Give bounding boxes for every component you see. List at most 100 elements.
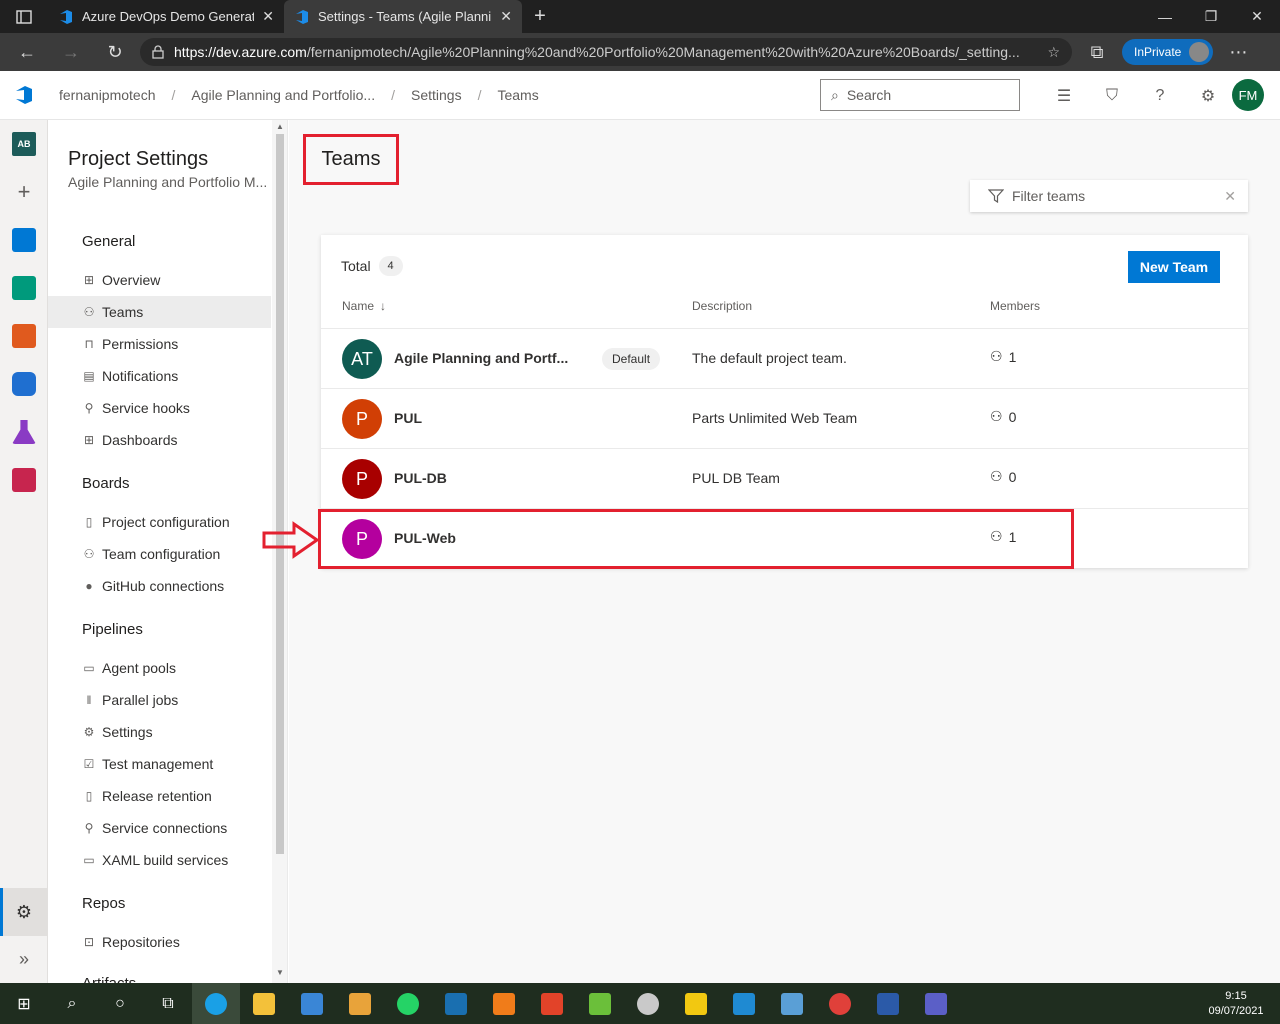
- favorite-icon[interactable]: ☆: [1047, 44, 1060, 61]
- sidebar-item-team-configuration[interactable]: ⚇ Team configuration: [48, 538, 271, 570]
- tab-actions-icon[interactable]: [0, 0, 48, 33]
- scroll-up-icon[interactable]: ▲: [276, 122, 284, 131]
- team-row[interactable]: AT Agile Planning and Portf... Default T…: [321, 328, 1248, 388]
- project-settings-gear-icon[interactable]: ⚙: [0, 888, 48, 936]
- url-field[interactable]: https://dev.azure.com/fernanipmotech/Agi…: [140, 38, 1072, 66]
- boards-check-icon[interactable]: [0, 264, 48, 312]
- add-icon[interactable]: +: [0, 168, 48, 216]
- breadcrumb-organization[interactable]: fernanipmotech: [59, 87, 156, 103]
- store-icon[interactable]: [288, 983, 336, 1024]
- browser-tab-settings-teams[interactable]: Settings - Teams (Agile Planning ✕: [284, 0, 522, 33]
- sidebar-item-xaml-build-services[interactable]: ▭ XAML build services: [48, 844, 271, 876]
- team-row[interactable]: P PUL Parts Unlimited Web Team ⚇ 0: [321, 388, 1248, 448]
- maximize-icon[interactable]: ❐: [1188, 0, 1234, 33]
- sidebar-item-label: Permissions: [102, 336, 179, 352]
- new-team-button[interactable]: New Team: [1128, 251, 1220, 283]
- media-player-icon[interactable]: [336, 983, 384, 1024]
- breadcrumb-settings[interactable]: Settings: [411, 87, 462, 103]
- close-tab-icon[interactable]: ✕: [262, 8, 274, 25]
- sidebar-item-service-hooks[interactable]: ⚲ Service hooks: [48, 392, 271, 424]
- user-avatar[interactable]: FM: [1232, 79, 1264, 111]
- edge-browser-icon[interactable]: [192, 983, 240, 1024]
- close-tab-icon[interactable]: ✕: [500, 8, 512, 25]
- git-icon[interactable]: [528, 983, 576, 1024]
- project-overview-icon[interactable]: AB: [0, 120, 48, 168]
- sidebar-item-github-connections[interactable]: ● GitHub connections: [48, 570, 271, 602]
- power-bi-icon[interactable]: [672, 983, 720, 1024]
- sidebar-item-repositories[interactable]: ⊡ Repositories: [48, 926, 271, 958]
- work-items-list-icon[interactable]: ☰: [1040, 86, 1088, 106]
- whatsapp-icon[interactable]: [384, 983, 432, 1024]
- more-options-icon[interactable]: ⋯: [1219, 37, 1257, 67]
- sidebar-item-parallel-jobs[interactable]: ‖ Parallel jobs: [48, 684, 271, 716]
- column-header-members[interactable]: Members: [990, 299, 1040, 313]
- section-general: General: [82, 233, 136, 250]
- sidebar-item-overview[interactable]: ⊞ Overview: [48, 264, 271, 296]
- file-explorer-icon[interactable]: [240, 983, 288, 1024]
- cortana-icon[interactable]: ○: [96, 983, 144, 1024]
- marketplace-bag-icon[interactable]: ⛉: [1088, 87, 1136, 105]
- artifacts-icon[interactable]: [0, 456, 48, 504]
- collections-icon[interactable]: ⧉: [1078, 37, 1116, 67]
- inprivate-button[interactable]: InPrivate: [1122, 39, 1214, 65]
- page-title: Teams: [321, 148, 381, 170]
- team-name[interactable]: PUL-Web: [394, 530, 456, 546]
- sidebar-item-project-configuration[interactable]: ▯ Project configuration: [48, 506, 271, 538]
- pipelines-icon[interactable]: [0, 360, 48, 408]
- azure-devops-header: fernanipmotech / Agile Planning and Port…: [0, 71, 1280, 120]
- boards-icon[interactable]: [0, 216, 48, 264]
- team-name[interactable]: PUL: [394, 410, 422, 426]
- sidebar-item-permissions[interactable]: ⊓ Permissions: [48, 328, 271, 360]
- tab-title: Settings - Teams (Agile Planning: [318, 9, 493, 24]
- windows-start-icon[interactable]: ⊞: [0, 983, 48, 1024]
- close-window-icon[interactable]: ✕: [1234, 0, 1280, 33]
- expand-rail-icon[interactable]: »: [0, 936, 48, 982]
- breadcrumb-teams[interactable]: Teams: [497, 87, 538, 103]
- task-view-icon[interactable]: ⧉: [144, 983, 192, 1024]
- paint-icon[interactable]: [624, 983, 672, 1024]
- app-orange-icon[interactable]: [480, 983, 528, 1024]
- new-tab-icon[interactable]: +: [522, 0, 558, 33]
- snipping-tool-icon[interactable]: [576, 983, 624, 1024]
- filter-teams-input[interactable]: Filter teams ✕: [970, 180, 1248, 212]
- sidebar-item-notifications[interactable]: ▤ Notifications: [48, 360, 271, 392]
- forward-icon[interactable]: →: [52, 37, 90, 67]
- vmware-icon[interactable]: [432, 983, 480, 1024]
- search-input[interactable]: ⌕ Search: [820, 79, 1020, 111]
- sidebar-item-service-connections[interactable]: ⚲ Service connections: [48, 812, 271, 844]
- sidebar-item-test-management[interactable]: ☑ Test management: [48, 748, 271, 780]
- teams-app-icon[interactable]: [912, 983, 960, 1024]
- azure-devops-logo-icon[interactable]: [0, 85, 48, 105]
- scroll-down-icon[interactable]: ▼: [276, 968, 284, 977]
- photos-icon[interactable]: [768, 983, 816, 1024]
- sidebar-item-dashboards[interactable]: ⊞ Dashboards: [48, 424, 271, 456]
- refresh-icon[interactable]: ↻: [96, 37, 134, 67]
- team-row[interactable]: P PUL-DB PUL DB Team ⚇ 0: [321, 448, 1248, 508]
- test-plans-icon[interactable]: [0, 408, 48, 456]
- taskbar-clock[interactable]: 9:15 09/07/2021: [1200, 989, 1280, 1019]
- vscode-icon[interactable]: [720, 983, 768, 1024]
- team-name[interactable]: PUL-DB: [394, 470, 447, 486]
- breadcrumb-project[interactable]: Agile Planning and Portfolio...: [191, 87, 375, 103]
- column-header-name[interactable]: Name ↓: [342, 299, 386, 313]
- scrollbar-thumb[interactable]: [276, 134, 284, 854]
- sidebar-item-pipeline-settings[interactable]: ⚙ Settings: [48, 716, 271, 748]
- clear-filter-icon[interactable]: ✕: [1224, 188, 1236, 205]
- sidebar-item-teams[interactable]: ⚇ Teams: [48, 296, 271, 328]
- back-icon[interactable]: ←: [8, 37, 46, 67]
- column-header-description[interactable]: Description: [692, 299, 752, 313]
- default-badge: Default: [602, 348, 661, 370]
- team-name[interactable]: Agile Planning and Portf...: [394, 350, 568, 366]
- team-row[interactable]: P PUL-Web ⚇ 1: [321, 508, 1248, 568]
- sidebar-item-agent-pools[interactable]: ▭ Agent pools: [48, 652, 271, 684]
- minimize-icon[interactable]: —: [1142, 0, 1188, 33]
- repos-icon[interactable]: [0, 312, 48, 360]
- user-settings-icon[interactable]: ⚙: [1184, 86, 1232, 106]
- word-icon[interactable]: [864, 983, 912, 1024]
- taskbar-search-icon[interactable]: ⌕: [48, 983, 96, 1024]
- chrome-icon[interactable]: [816, 983, 864, 1024]
- sidebar-item-release-retention[interactable]: ▯ Release retention: [48, 780, 271, 812]
- browser-tab-demo-generator[interactable]: Azure DevOps Demo Generator ✕: [48, 0, 284, 33]
- help-icon[interactable]: ?: [1136, 87, 1184, 105]
- section-repos: Repos: [82, 895, 126, 912]
